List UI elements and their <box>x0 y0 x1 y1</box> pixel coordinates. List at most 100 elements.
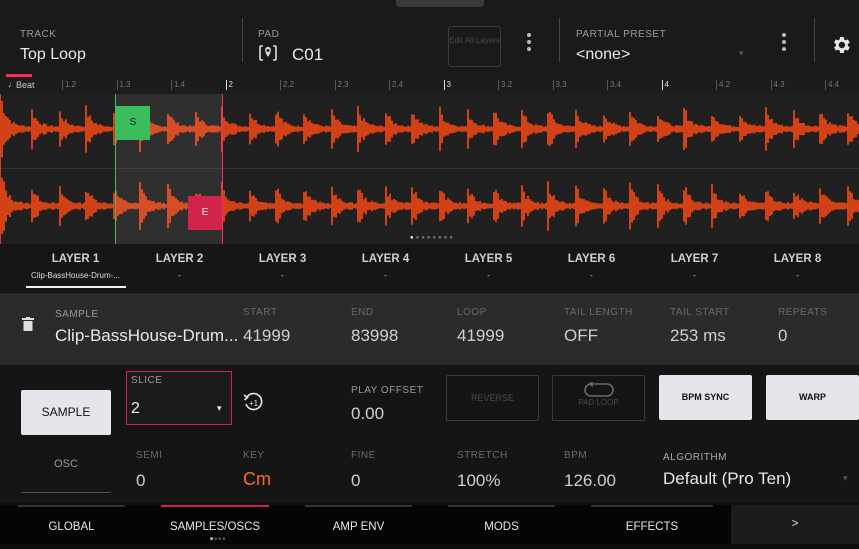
layer-tabs: LAYER 1 Clip-BassHouse-Drum-... LAYER 2- LA… <box>0 244 859 292</box>
active-layer-underline <box>26 286 126 288</box>
track-label: TRACK <box>20 29 57 40</box>
layer-tab-label: LAYER 4 <box>361 253 410 265</box>
next-page-button[interactable]: > <box>731 505 859 544</box>
slice-value: 2 <box>131 400 140 417</box>
sample-button-label: SAMPLE <box>41 405 91 419</box>
tab-mods[interactable]: MODS <box>430 505 573 544</box>
layer-tab-2[interactable]: LAYER 2 - <box>128 244 231 292</box>
ruler-tick: 2.4 <box>389 80 403 90</box>
osc-button-label: OSC <box>54 458 78 470</box>
gear-icon[interactable] <box>830 34 852 56</box>
chevron-down-icon: ▾ <box>739 48 744 58</box>
increment-slice-icon[interactable]: +1 <box>241 390 265 414</box>
end-value[interactable]: 83998 <box>351 326 398 346</box>
loop-label: LOOP <box>457 307 487 318</box>
slice-end-handle[interactable]: E <box>188 196 222 230</box>
ruler-tick: 4 <box>661 80 669 90</box>
pad-value[interactable]: C01 <box>292 45 323 65</box>
ruler-tick: 1.2 <box>62 80 76 90</box>
partial-preset-value[interactable]: <none> <box>576 46 630 64</box>
reverse-button[interactable]: REVERSE <box>446 375 539 421</box>
tab-effects[interactable]: EFFECTS <box>573 505 731 544</box>
fine-label: FINE <box>351 450 376 461</box>
loop-icon <box>579 381 619 398</box>
tab-label: SAMPLES/OSCS <box>169 521 261 533</box>
ruler-tick: 4.2 <box>716 80 730 90</box>
waveform-display[interactable]: ♩ Beat 1.2 1.3 1.4 2 2.2 2.3 2.4 3 3.2 3.3 3.4 4 4.2… <box>0 74 859 244</box>
layer-tab-label: LAYER 8 <box>773 253 822 265</box>
page-dots: ■■■■ <box>210 536 227 542</box>
start-label: START <box>243 307 278 318</box>
layer-tab-5[interactable]: LAYER 5 - <box>437 244 540 292</box>
tab-amp-env[interactable]: AMP ENV <box>287 505 430 544</box>
start-value[interactable]: 41999 <box>243 326 290 346</box>
loop-value[interactable]: 41999 <box>457 326 504 346</box>
slice-select[interactable]: SLICE 2 ▾ <box>126 371 232 425</box>
sample-value[interactable]: Clip-BassHouse-Drum... <box>55 326 238 346</box>
trash-icon[interactable] <box>22 317 34 331</box>
layer-tab-label: LAYER 5 <box>464 253 513 265</box>
tail-length-value[interactable]: OFF <box>564 326 598 346</box>
divider <box>559 18 560 62</box>
ruler-tick: 4.3 <box>770 80 785 90</box>
stretch-value[interactable]: 100% <box>457 471 500 491</box>
layer-tab-6[interactable]: LAYER 6 - <box>540 244 643 292</box>
fine-value[interactable]: 0 <box>351 471 360 491</box>
play-offset-value[interactable]: 0.00 <box>351 404 384 424</box>
top-handle[interactable] <box>396 0 484 7</box>
layer-tab-label: LAYER 2 <box>155 253 204 265</box>
tail-start-label: TAIL START <box>670 307 730 318</box>
osc-button[interactable]: OSC <box>21 445 111 493</box>
more-vertical-icon[interactable] <box>527 33 531 54</box>
tab-label: GLOBAL <box>48 521 95 533</box>
layer-tab-7[interactable]: LAYER 7 - <box>643 244 746 292</box>
sample-button[interactable]: SAMPLE <box>21 390 111 435</box>
ruler-tick: 4.4 <box>825 80 839 90</box>
tab-label: EFFECTS <box>625 521 679 533</box>
tab-indicator <box>448 505 555 507</box>
slice-start-handle[interactable]: S <box>116 106 150 140</box>
reverse-label: REVERSE <box>470 393 514 403</box>
ruler-tick: 1.4 <box>171 80 185 90</box>
page-dots: ●●●●●●●● <box>410 235 455 241</box>
more-vertical-icon[interactable] <box>782 33 786 54</box>
divider <box>242 18 243 62</box>
tail-start-value[interactable]: 253 ms <box>670 326 726 346</box>
layer-sample-name: - <box>487 271 490 280</box>
layer-tab-3[interactable]: LAYER 3 - <box>231 244 334 292</box>
warp-button[interactable]: WARP <box>766 375 859 420</box>
layer-tab-4[interactable]: LAYER 4 - <box>334 244 437 292</box>
pad-loop-button[interactable]: PAD LOOP <box>552 375 645 421</box>
semi-value[interactable]: 0 <box>136 471 145 491</box>
tab-label: MODS <box>484 521 519 533</box>
edit-all-layers-button[interactable]: Edit All Layers <box>448 26 501 67</box>
beat-marker-bar <box>6 74 32 77</box>
bpm-sync-button[interactable]: BPM SYNC <box>659 375 752 420</box>
tab-label: > <box>791 518 799 530</box>
algorithm-value[interactable]: Default (Pro Ten) <box>663 469 791 489</box>
layer-tab-label: LAYER 1 <box>51 253 100 265</box>
sample-row: SAMPLE Clip-BassHouse-Drum... START 4199… <box>0 293 859 365</box>
divider <box>814 18 815 62</box>
end-label: END <box>351 307 374 318</box>
repeats-value[interactable]: 0 <box>778 326 787 346</box>
tab-indicator <box>18 505 125 507</box>
beat-label: Beat <box>16 80 35 90</box>
layer-tab-label: LAYER 3 <box>258 253 307 265</box>
track-value[interactable]: Top Loop <box>20 46 86 64</box>
ruler-tick: 3.3 <box>552 80 567 90</box>
key-value[interactable]: Cm <box>243 469 271 490</box>
tab-global[interactable]: GLOBAL <box>0 505 143 544</box>
controls-panel: SAMPLE SLICE 2 ▾ +1 PLAY OFFSET 0.00 REV… <box>0 365 859 503</box>
slice-end-line <box>222 94 223 244</box>
layer-tab-1[interactable]: LAYER 1 Clip-BassHouse-Drum-... <box>24 244 127 292</box>
bpm-value[interactable]: 126.00 <box>564 471 616 491</box>
slice-label: SLICE <box>131 375 163 386</box>
sample-label: SAMPLE <box>55 309 99 320</box>
pad-location-icon <box>258 44 278 62</box>
pad-label: PAD <box>258 29 280 40</box>
layer-sample-name: - <box>590 271 593 280</box>
layer-tab-8[interactable]: LAYER 8 - <box>746 244 849 292</box>
tab-indicator <box>161 505 269 507</box>
ruler-tick: 3 <box>443 80 451 90</box>
